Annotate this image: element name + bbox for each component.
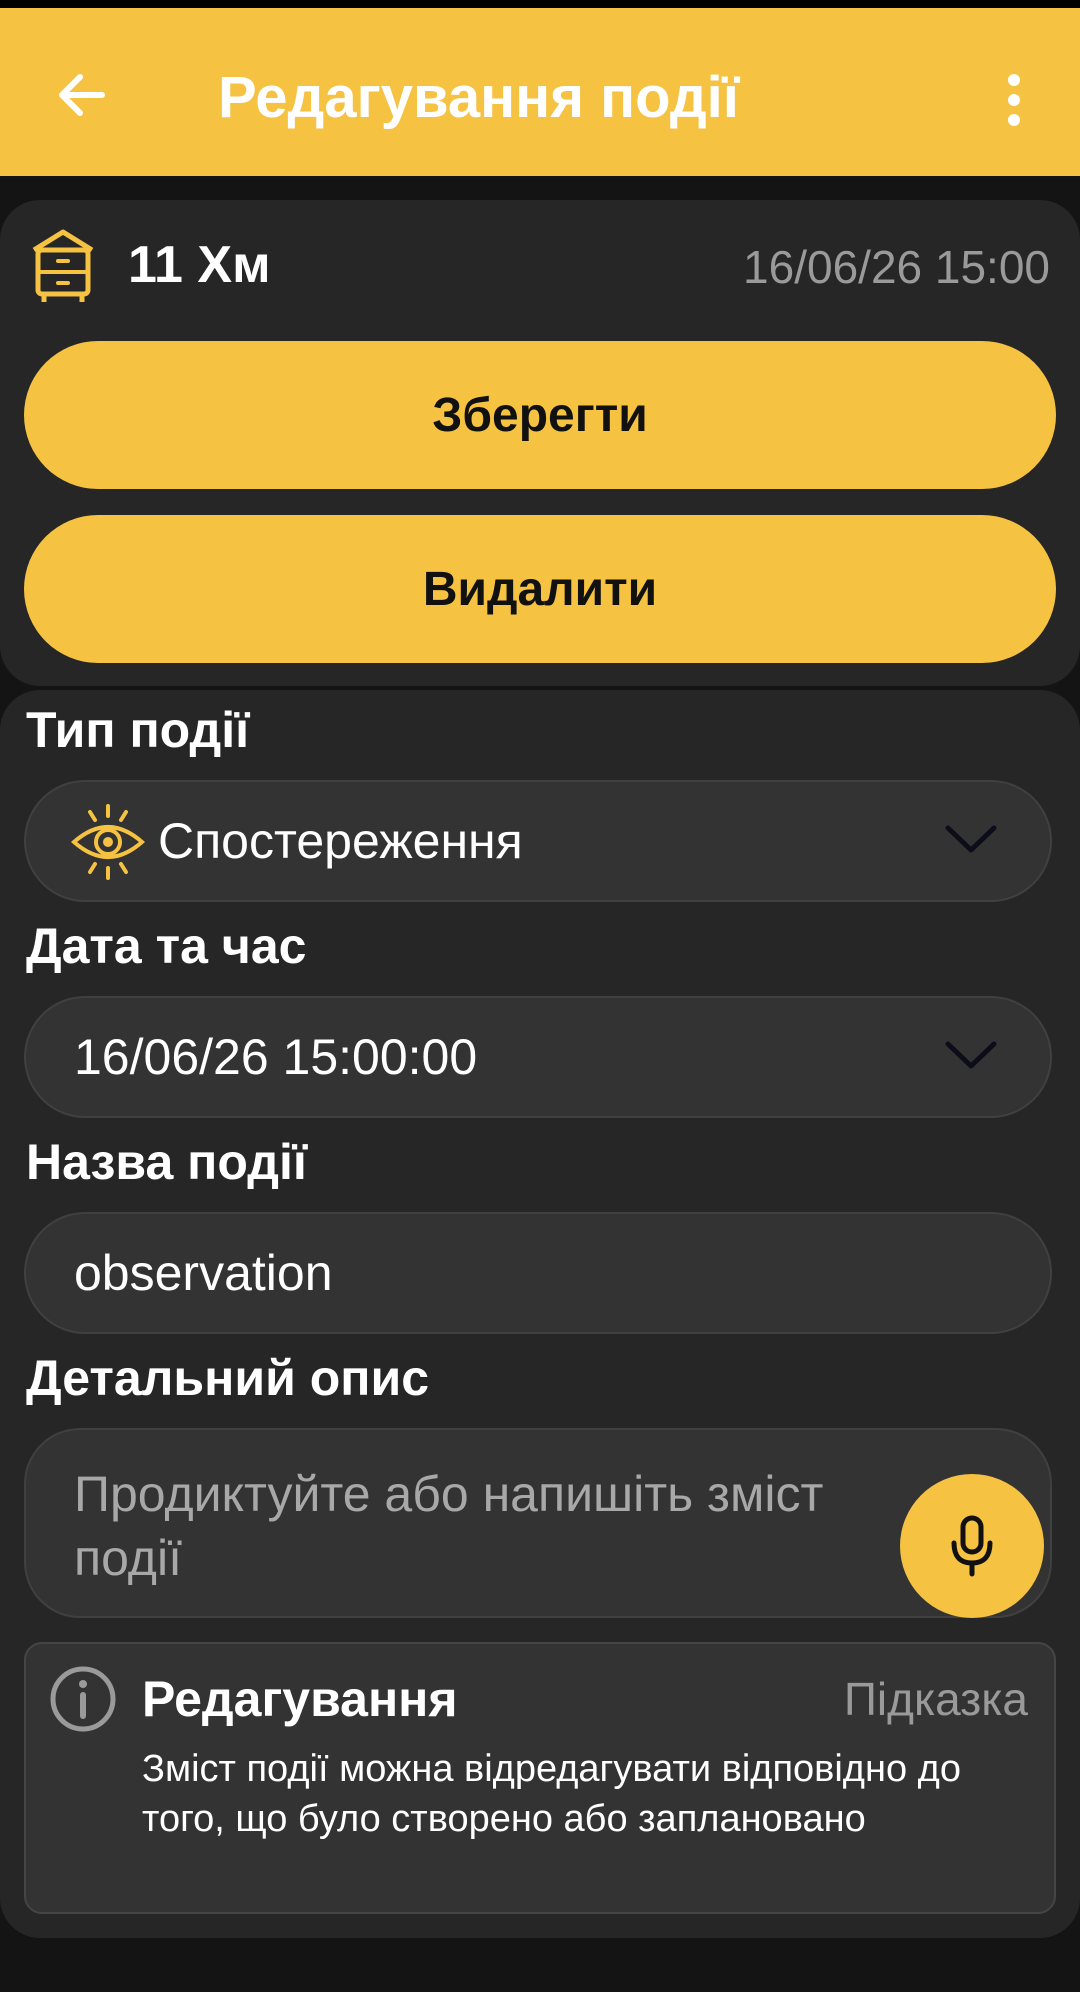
- hive-datetime: 16/06/26 15:00: [743, 241, 1050, 293]
- microphone-icon: [951, 1515, 993, 1577]
- event-type-value: Спостереження: [158, 813, 523, 869]
- page-title: Редагування події: [218, 65, 740, 130]
- status-bar: [0, 0, 1080, 8]
- event-name-label: Назва події: [26, 1134, 307, 1190]
- chevron-down-icon: [945, 825, 997, 853]
- description-input[interactable]: Продиктуйте або напишіть зміст події: [24, 1428, 1052, 1618]
- description-label: Детальний опис: [26, 1350, 430, 1406]
- save-button[interactable]: Зберегти: [24, 341, 1056, 489]
- datetime-value: 16/06/26 15:00:00: [74, 1029, 478, 1085]
- event-type-label: Тип події: [26, 702, 250, 758]
- chevron-down-icon: [945, 1041, 997, 1069]
- hive-name: 11 Хм: [128, 236, 271, 294]
- microphone-button[interactable]: [900, 1474, 1044, 1618]
- event-name-input[interactable]: observation: [24, 1212, 1052, 1334]
- info-icon: [50, 1666, 116, 1732]
- delete-button[interactable]: Видалити: [24, 515, 1056, 663]
- beehive-icon: [32, 229, 94, 302]
- app-bar: Редагування події: [0, 8, 1080, 176]
- hint-panel: Редагування Підказка Зміст події можна в…: [24, 1642, 1056, 1914]
- event-name-value: observation: [74, 1245, 333, 1301]
- more-vertical-icon[interactable]: [990, 68, 1038, 132]
- datetime-label: Дата та час: [26, 918, 307, 974]
- datetime-select[interactable]: 16/06/26 15:00:00: [24, 996, 1052, 1118]
- hint-title: Редагування: [142, 1671, 458, 1727]
- event-type-select[interactable]: Спостереження: [24, 780, 1052, 902]
- eye-icon: [70, 804, 146, 880]
- hint-body: Зміст події можна відредагувати відповід…: [142, 1748, 961, 1840]
- arrow-left-icon[interactable]: [50, 63, 114, 127]
- hint-link[interactable]: Підказка: [844, 1666, 1028, 1732]
- description-placeholder: Продиктуйте або напишіть зміст події: [74, 1466, 824, 1586]
